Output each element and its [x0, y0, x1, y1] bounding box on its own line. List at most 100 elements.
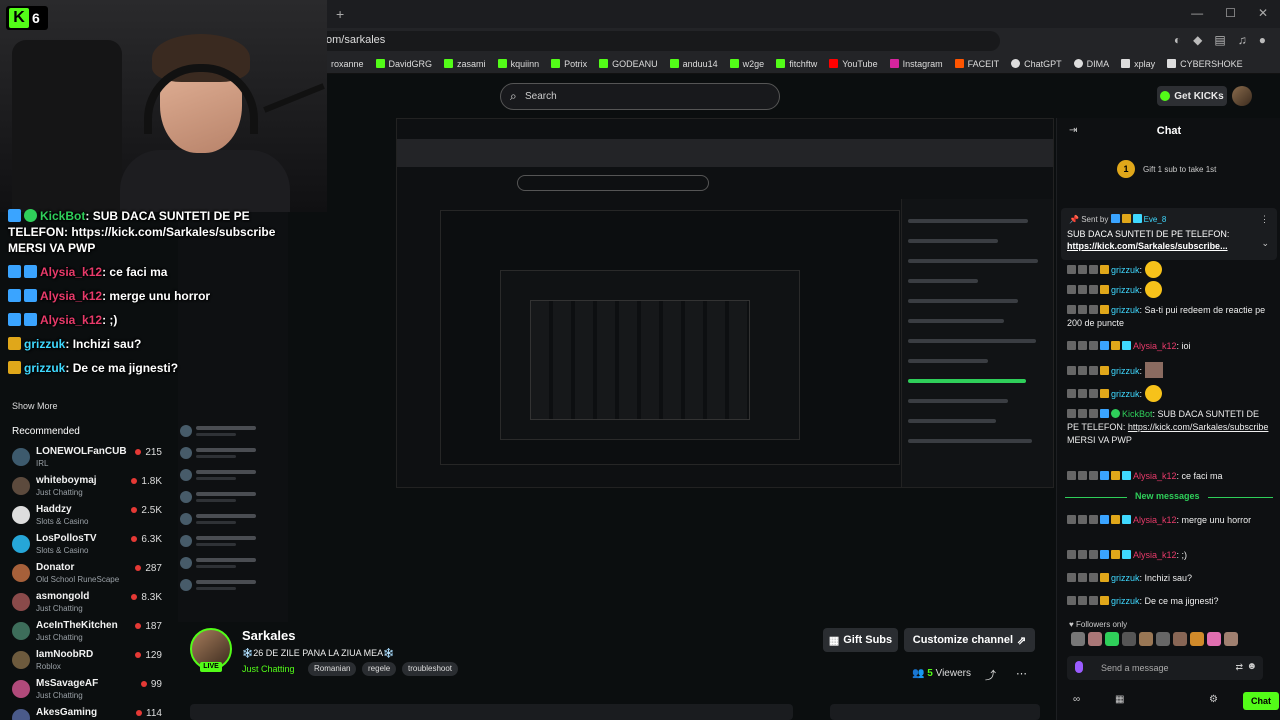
- microphone-icon[interactable]: [1075, 661, 1083, 673]
- tag[interactable]: troubleshoot: [402, 662, 459, 676]
- chat-message[interactable]: grizzuk: Inchizi sau?: [1067, 572, 1273, 585]
- bookmark[interactable]: Potrix: [551, 59, 587, 69]
- chat-username[interactable]: grizzuk: [1111, 285, 1140, 295]
- tag[interactable]: Romanian: [308, 662, 357, 676]
- list-item[interactable]: AkesGaming 114: [12, 705, 162, 720]
- send-chat-button[interactable]: Chat: [1243, 692, 1279, 710]
- emote-icon[interactable]: [1190, 632, 1204, 646]
- more-icon[interactable]: ⋯: [1016, 667, 1027, 680]
- translate-icon[interactable]: ⇄: [1235, 662, 1243, 673]
- bookmark[interactable]: roxanne: [331, 59, 364, 69]
- chat-username[interactable]: KickBot: [1122, 409, 1153, 419]
- show-more-link[interactable]: Show More: [12, 401, 58, 411]
- chat-message[interactable]: Alysia_k12: merge unu horror: [1067, 514, 1273, 527]
- emote-icon[interactable]: [1071, 632, 1085, 646]
- customize-channel-button[interactable]: Customize channel ⇗: [904, 628, 1035, 652]
- maximize-icon[interactable]: ☐: [1225, 6, 1236, 20]
- chat-link[interactable]: https://kick.com/Sarkales/subscribe: [1128, 422, 1269, 432]
- gear-icon[interactable]: ⚙: [1209, 694, 1218, 705]
- list-item[interactable]: MsSavageAF Just Chatting 99: [12, 676, 162, 705]
- gift-icon[interactable]: ▦: [1115, 694, 1124, 705]
- emote-icon[interactable]: [1173, 632, 1187, 646]
- reader-icon[interactable]: ▤: [1214, 33, 1225, 47]
- avatar[interactable]: ●: [1259, 33, 1266, 47]
- extension-icon[interactable]: ◆: [1193, 33, 1202, 47]
- stream-category[interactable]: Just Chatting: [242, 664, 295, 674]
- emote-icon[interactable]: [1156, 632, 1170, 646]
- url-field[interactable]: om/sarkales: [310, 31, 1000, 51]
- list-item[interactable]: asmongold Just Chatting 8.3K: [12, 589, 162, 618]
- close-icon[interactable]: ✕: [1258, 6, 1268, 20]
- emote-icon[interactable]: [1088, 632, 1102, 646]
- bookmark[interactable]: xplay: [1121, 59, 1155, 69]
- emote-icon[interactable]: [1105, 632, 1119, 646]
- gift-subs-button[interactable]: ▦ Gift Subs: [823, 628, 898, 652]
- chat-username[interactable]: grizzuk: [1111, 265, 1140, 275]
- bookmark[interactable]: CYBERSHOKE: [1167, 59, 1243, 69]
- list-item[interactable]: whiteboymaj Just Chatting 1.8K: [12, 473, 162, 502]
- url-text[interactable]: om/sarkales: [326, 34, 385, 46]
- chat-message[interactable]: grizzuk:: [1067, 261, 1273, 278]
- emote-icon[interactable]: [1224, 632, 1238, 646]
- chat-message[interactable]: grizzuk:: [1067, 281, 1273, 298]
- gift-prompt[interactable]: 1 Gift 1 sub to take 1st: [1117, 160, 1216, 178]
- chat-message[interactable]: KickBot: SUB DACA SUNTETI DE PE TELEFON:…: [1067, 408, 1273, 447]
- chat-message[interactable]: grizzuk:: [1067, 362, 1273, 378]
- avatar[interactable]: [1232, 86, 1252, 106]
- emoji-icon[interactable]: ☻: [1246, 661, 1257, 672]
- list-item[interactable]: Donator Old School RuneScape 287: [12, 560, 162, 589]
- chat-username[interactable]: grizzuk: [1111, 389, 1140, 399]
- list-item[interactable]: LONEWOLFanCUB IRL 215: [12, 444, 162, 473]
- bookmark[interactable]: anduu14: [669, 59, 718, 69]
- chat-username[interactable]: grizzuk: [1111, 366, 1140, 376]
- chat-message[interactable]: Alysia_k12: ce faci ma: [1067, 470, 1273, 483]
- media-icon[interactable]: ♫: [1238, 33, 1247, 47]
- list-item[interactable]: LosPollosTV Slots & Casino 6.3K: [12, 531, 162, 560]
- chat-message[interactable]: grizzuk: Sa-ti pui redeem de reactie pe …: [1067, 304, 1273, 330]
- bookmark[interactable]: DavidGRG: [375, 59, 432, 69]
- chat-username[interactable]: Alysia_k12: [1133, 341, 1177, 351]
- bookmark[interactable]: FACEIT: [954, 59, 999, 69]
- chat-username[interactable]: grizzuk: [1111, 305, 1140, 315]
- points-icon[interactable]: ∞: [1073, 694, 1080, 705]
- chat-message[interactable]: Alysia_k12: ioi: [1067, 340, 1273, 353]
- chat-input[interactable]: Send a message ⇄ ☻: [1067, 656, 1263, 680]
- search-input[interactable]: ⌕ Search: [500, 83, 780, 110]
- chat-message[interactable]: Alysia_k12: ;): [1067, 549, 1273, 562]
- bookmark[interactable]: w2ge: [729, 59, 764, 69]
- chat-username[interactable]: Alysia_k12: [1133, 550, 1177, 560]
- chat-username[interactable]: grizzuk: [1111, 596, 1140, 606]
- streamer-name[interactable]: Sarkales: [242, 628, 296, 643]
- list-item[interactable]: Haddzy Slots & Casino 2.5K: [12, 502, 162, 531]
- chat-username[interactable]: grizzuk: [1111, 573, 1140, 583]
- list-item[interactable]: IamNoobRD Roblox 129: [12, 647, 162, 676]
- list-item[interactable]: AceInTheKitchen Just Chatting 187: [12, 618, 162, 647]
- pinned-link[interactable]: https://kick.com/Sarkales/subscribe...: [1067, 241, 1228, 251]
- emote-icon[interactable]: [1139, 632, 1153, 646]
- chat-username[interactable]: Alysia_k12: [1133, 515, 1177, 525]
- chevron-down-icon[interactable]: ⌄: [1261, 238, 1269, 249]
- bookmark[interactable]: DIMA: [1073, 59, 1109, 69]
- bookmark[interactable]: ChatGPT: [1011, 59, 1062, 69]
- share-icon[interactable]: ⤴: [985, 667, 996, 683]
- bookmark[interactable]: fitchftw: [776, 59, 817, 69]
- get-kicks-button[interactable]: Get KICKs: [1157, 86, 1227, 106]
- emote-icon[interactable]: [1207, 632, 1221, 646]
- chat-message[interactable]: grizzuk: De ce ma jignesti?: [1067, 595, 1273, 608]
- pinned-message[interactable]: 📌 Sent by Eve_8 SUB DACA SUNTETI DE PE T…: [1061, 208, 1277, 260]
- extension-icon[interactable]: ◐: [1174, 33, 1181, 47]
- bookmark[interactable]: YouTube: [829, 59, 878, 69]
- text-line: [196, 455, 236, 458]
- chat-username[interactable]: Alysia_k12: [1133, 471, 1177, 481]
- bookmark[interactable]: Instagram: [889, 59, 943, 69]
- bookmark[interactable]: GODEANU: [599, 59, 658, 69]
- chat-message[interactable]: grizzuk:: [1067, 385, 1273, 402]
- new-tab-button[interactable]: +: [336, 6, 344, 22]
- minimize-icon[interactable]: —: [1191, 6, 1203, 20]
- new-messages-divider[interactable]: New messages: [1065, 491, 1273, 505]
- emote-icon[interactable]: [1122, 632, 1136, 646]
- bookmark[interactable]: zasami: [444, 59, 486, 69]
- tag[interactable]: regele: [362, 662, 397, 676]
- more-icon[interactable]: ⋮: [1260, 214, 1269, 225]
- bookmark[interactable]: kquiinn: [497, 59, 539, 69]
